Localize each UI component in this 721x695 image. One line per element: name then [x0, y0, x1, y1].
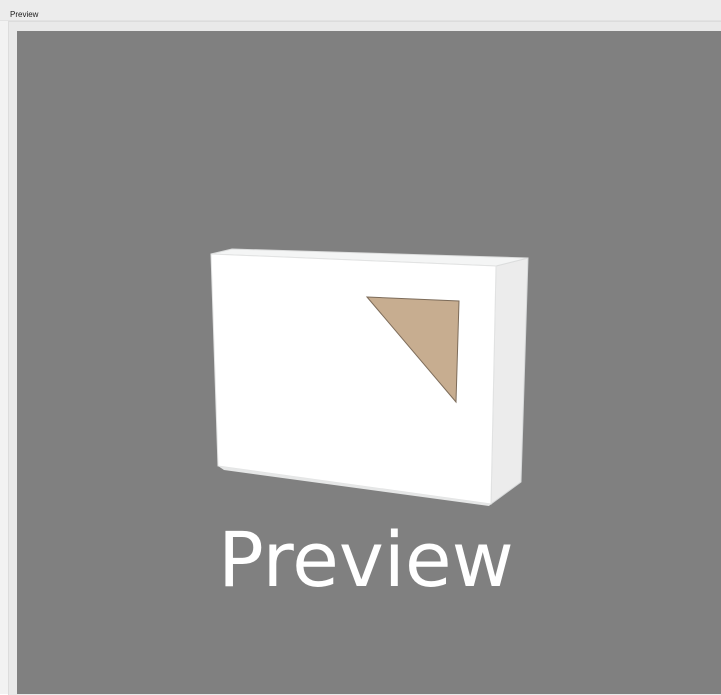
- preview-window: Preview Preview: [0, 0, 721, 695]
- preview-watermark: Preview: [218, 515, 514, 604]
- box-side-panel: [490, 257, 529, 506]
